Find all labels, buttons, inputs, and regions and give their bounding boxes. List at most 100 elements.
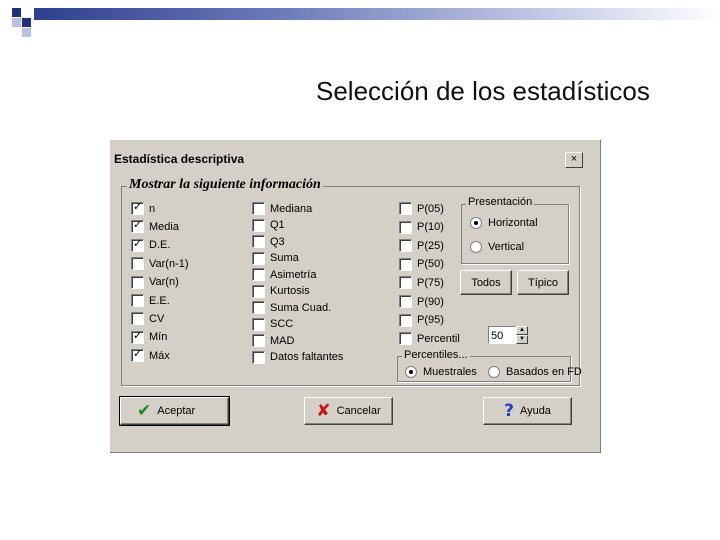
radio-muestrales[interactable]: Muestrales xyxy=(405,366,477,378)
checkbox-checked-icon[interactable] xyxy=(131,200,144,215)
radio-horizontal-label: Horizontal xyxy=(488,217,538,229)
checkbox-col2-1[interactable]: Q1 xyxy=(252,218,285,232)
checkbox-empty-icon[interactable] xyxy=(399,295,412,308)
radio-horizontal[interactable]: Horizontal xyxy=(470,217,538,229)
deco-square xyxy=(22,18,31,27)
tipico-button[interactable]: Típico xyxy=(517,270,569,295)
checkbox-empty-icon[interactable] xyxy=(399,202,412,215)
checkbox-label: P(05) xyxy=(417,202,444,215)
checkbox-label: CV xyxy=(149,312,165,325)
checkbox-empty-icon[interactable] xyxy=(399,220,412,234)
checkbox-col3-6[interactable]: P(95) xyxy=(399,313,444,327)
checkbox-col1-2[interactable]: D.E. xyxy=(131,237,171,252)
checkbox-label: Percentil xyxy=(417,332,460,345)
question-icon: ? xyxy=(504,401,514,421)
checkbox-label: Máx xyxy=(149,349,170,362)
deco-square xyxy=(22,28,31,37)
checkbox-col2-5[interactable]: Kurtosis xyxy=(252,284,310,298)
checkbox-col1-5[interactable]: E.E. xyxy=(131,294,170,307)
checkbox-label: Var(n-1) xyxy=(149,257,189,270)
checkbox-label: Suma Cuad. xyxy=(270,301,332,314)
checkbox-col3-7[interactable]: Percentil xyxy=(399,332,460,346)
group-presentacion xyxy=(461,204,569,264)
checkbox-empty-icon[interactable] xyxy=(131,312,144,326)
radio-indicator xyxy=(470,217,482,229)
checkbox-empty-icon[interactable] xyxy=(399,332,412,346)
close-button[interactable]: × xyxy=(565,152,583,168)
checkbox-label: Datos faltantes xyxy=(270,351,344,363)
checkbox-empty-icon[interactable] xyxy=(252,317,265,331)
radio-vertical[interactable]: Vertical xyxy=(470,241,524,253)
checkbox-checked-icon[interactable] xyxy=(131,347,144,363)
checkbox-label: Mediana xyxy=(270,202,313,215)
checkbox-empty-icon[interactable] xyxy=(252,301,265,314)
checkbox-checked-icon[interactable] xyxy=(131,329,144,344)
checkbox-label: MAD xyxy=(270,334,295,347)
checkbox-empty-icon[interactable] xyxy=(252,235,265,248)
checkbox-empty-icon[interactable] xyxy=(252,284,265,298)
checkbox-empty-icon[interactable] xyxy=(131,257,144,271)
checkbox-checked-icon[interactable] xyxy=(131,218,144,234)
cancelar-label: Cancelar xyxy=(336,405,381,417)
checkbox-label: Q1 xyxy=(270,219,285,231)
checkbox-label: D.E. xyxy=(149,239,171,252)
checkbox-label: P(10) xyxy=(417,221,444,234)
percentil-value[interactable]: 50 xyxy=(488,326,516,344)
checkbox-empty-icon[interactable] xyxy=(252,350,265,364)
checkbox-label: Var(n) xyxy=(149,276,179,289)
checkbox-empty-icon[interactable] xyxy=(399,239,412,253)
checkbox-col2-0[interactable]: Mediana xyxy=(252,202,312,215)
checkbox-col3-3[interactable]: P(50) xyxy=(399,257,444,271)
checkbox-col3-4[interactable]: P(75) xyxy=(399,276,444,290)
checkbox-empty-icon[interactable] xyxy=(399,313,412,327)
ayuda-button[interactable]: ? Ayuda xyxy=(483,397,572,425)
checkbox-col2-3[interactable]: Suma xyxy=(252,251,299,265)
checkbox-label: n xyxy=(149,202,156,215)
checkbox-empty-icon[interactable] xyxy=(131,275,144,289)
checkbox-checked-icon[interactable] xyxy=(131,237,144,252)
checkbox-col1-6[interactable]: CV xyxy=(131,312,165,326)
ayuda-label: Ayuda xyxy=(519,405,551,417)
checkbox-col1-0[interactable]: n xyxy=(131,200,156,215)
checkbox-empty-icon[interactable] xyxy=(131,294,144,307)
checkbox-empty-icon[interactable] xyxy=(252,251,265,265)
radio-basados-fd[interactable]: Basados en FD xyxy=(488,366,582,378)
checkbox-col3-5[interactable]: P(90) xyxy=(399,295,444,308)
checkbox-col2-9[interactable]: Datos faltantes xyxy=(252,350,344,364)
checkbox-col3-1[interactable]: P(10) xyxy=(399,220,444,234)
spin-down-icon[interactable]: ▼ xyxy=(516,335,528,344)
checkbox-col1-1[interactable]: Media xyxy=(131,218,179,234)
checkbox-empty-icon[interactable] xyxy=(252,334,265,347)
slide-title: Selección de los estadísticos xyxy=(316,76,650,106)
checkbox-empty-icon[interactable] xyxy=(252,202,265,215)
checkbox-col2-8[interactable]: MAD xyxy=(252,334,294,347)
checkbox-col2-4[interactable]: Asimetría xyxy=(252,268,316,281)
checkbox-col1-7[interactable]: Mín xyxy=(131,329,167,344)
checkbox-label: Media xyxy=(149,220,179,233)
radio-muestrales-label: Muestrales xyxy=(423,366,477,378)
checkbox-col1-4[interactable]: Var(n) xyxy=(131,275,179,289)
checkbox-col2-6[interactable]: Suma Cuad. xyxy=(252,301,331,314)
spin-up-icon[interactable]: ▲ xyxy=(516,326,528,335)
percentil-stepper[interactable]: 50 ▲ ▼ xyxy=(488,326,528,344)
checkmark-icon: ✔ xyxy=(137,401,152,421)
deco-square xyxy=(12,18,21,27)
checkbox-empty-icon[interactable] xyxy=(252,218,265,232)
checkbox-col1-8[interactable]: Máx xyxy=(131,347,170,363)
checkbox-label: E.E. xyxy=(149,294,170,307)
checkbox-col3-2[interactable]: P(25) xyxy=(399,239,444,253)
checkbox-col1-3[interactable]: Var(n-1) xyxy=(131,257,189,271)
radio-indicator xyxy=(405,366,417,378)
aceptar-button[interactable]: ✔ Aceptar xyxy=(120,397,229,425)
checkbox-col3-0[interactable]: P(05) xyxy=(399,202,444,215)
cancelar-button[interactable]: ✘ Cancelar xyxy=(304,397,393,425)
checkbox-empty-icon[interactable] xyxy=(399,276,412,290)
group-percentiles-label: Percentiles... xyxy=(402,349,470,361)
checkbox-label: P(50) xyxy=(417,258,444,271)
todos-button[interactable]: Todos xyxy=(460,270,512,295)
checkbox-col2-2[interactable]: Q3 xyxy=(252,235,285,248)
checkbox-empty-icon[interactable] xyxy=(252,268,265,281)
checkbox-empty-icon[interactable] xyxy=(399,257,412,271)
radio-basados-fd-label: Basados en FD xyxy=(506,366,582,378)
checkbox-col2-7[interactable]: SCC xyxy=(252,317,293,331)
